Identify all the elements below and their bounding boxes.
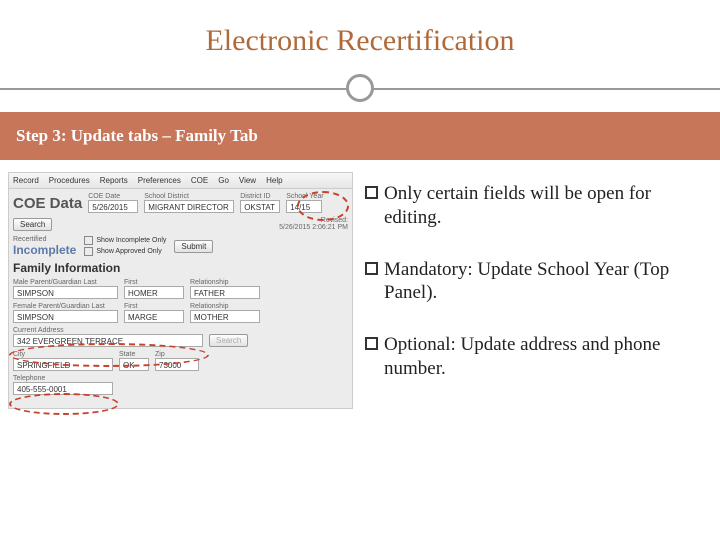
incomplete-status: Incomplete: [13, 243, 76, 257]
zip-field: 73000: [155, 358, 199, 371]
menu-item: Preferences: [138, 176, 181, 185]
app-screenshot: Record Procedures Reports Preferences CO…: [8, 172, 353, 409]
current-address-label: Current Address: [13, 327, 203, 334]
male-last-label: Male Parent/Guardian Last: [13, 279, 118, 286]
square-bullet-icon: [365, 262, 378, 275]
female-rel-label: Relationship: [190, 303, 260, 310]
female-last-label: Female Parent/Guardian Last: [13, 303, 118, 310]
bullet-item: Mandatory: Update School Year (Top Panel…: [365, 258, 708, 306]
bullet-text: Only certain fields will be open for edi…: [384, 182, 708, 230]
telephone-field: 405-555-0001: [13, 382, 113, 395]
menu-item: View: [239, 176, 256, 185]
show-incomplete-checkbox: Show Incomplete Only: [96, 237, 166, 244]
step-header: Step 3: Update tabs – Family Tab: [0, 112, 720, 160]
bullet-text: Mandatory: Update School Year (Top Panel…: [384, 258, 708, 306]
male-first-label: First: [124, 279, 184, 286]
menu-item: Procedures: [49, 176, 90, 185]
city-label: City: [13, 351, 113, 358]
school-district-field: MIGRANT DIRECTOR: [144, 200, 234, 213]
zip-label: Zip: [155, 351, 199, 358]
search-button: Search: [13, 218, 52, 231]
square-bullet-icon: [365, 337, 378, 350]
content-row: Record Procedures Reports Preferences CO…: [0, 160, 720, 421]
state-field: OK: [119, 358, 149, 371]
school-year-label: School Year: [286, 193, 323, 200]
submit-button: Submit: [174, 240, 213, 253]
female-first-field: MARGE: [124, 310, 184, 323]
revised-value: 5/26/2015 2:06:21 PM: [279, 224, 348, 231]
district-id-field: OKSTAT: [240, 200, 280, 213]
menu-item: Record: [13, 176, 39, 185]
school-district-label: School District: [144, 193, 234, 200]
revised-label: Revised:: [279, 217, 348, 224]
bullet-text: Optional: Update address and phone numbe…: [384, 333, 708, 381]
show-approved-checkbox: Show Approved Only: [96, 248, 161, 255]
divider: [0, 74, 720, 104]
recertified-label: Recertified: [13, 236, 76, 243]
male-last-field: SIMPSON: [13, 286, 118, 299]
menu-item: COE: [191, 176, 208, 185]
city-field: SPRINGFIELD: [13, 358, 113, 371]
menu-item: Go: [218, 176, 229, 185]
telephone-label: Telephone: [13, 375, 113, 382]
district-id-label: District ID: [240, 193, 280, 200]
address-search-button: Search: [209, 334, 248, 347]
male-first-field: HOMER: [124, 286, 184, 299]
menu-bar: Record Procedures Reports Preferences CO…: [9, 173, 352, 189]
coe-header: COE Data COE Date 5/26/2015 School Distr…: [9, 189, 352, 215]
coe-date-label: COE Date: [88, 193, 138, 200]
male-rel-field: FATHER: [190, 286, 260, 299]
coe-date-field: 5/26/2015: [88, 200, 138, 213]
slide-title: Electronic Recertification: [0, 0, 720, 74]
divider-ring: [346, 74, 374, 102]
school-year-field: 14/15: [286, 200, 322, 213]
female-first-label: First: [124, 303, 184, 310]
square-bullet-icon: [365, 186, 378, 199]
coe-data-label: COE Data: [13, 195, 82, 212]
family-info-title: Family Information: [9, 259, 352, 277]
bullet-item: Optional: Update address and phone numbe…: [365, 333, 708, 381]
bullet-item: Only certain fields will be open for edi…: [365, 182, 708, 230]
current-address-field: 342 EVERGREEN TERRACE: [13, 334, 203, 347]
state-label: State: [119, 351, 149, 358]
female-last-field: SIMPSON: [13, 310, 118, 323]
female-rel-field: MOTHER: [190, 310, 260, 323]
menu-item: Reports: [100, 176, 128, 185]
male-rel-label: Relationship: [190, 279, 260, 286]
bullet-list: Only certain fields will be open for edi…: [361, 172, 712, 409]
menu-item: Help: [266, 176, 282, 185]
